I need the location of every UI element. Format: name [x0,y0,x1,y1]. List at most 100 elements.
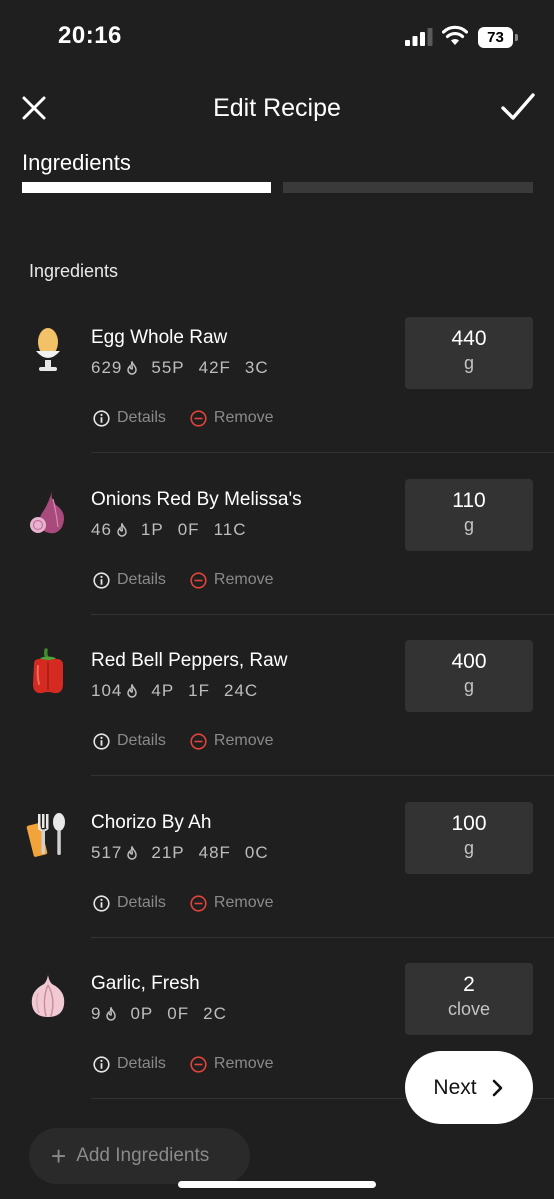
quantity-unit: g [463,676,474,696]
ingredient-macros: 517 21P 48F 0C [91,843,283,863]
details-label: Details [117,571,166,588]
ingredient-name: Chorizo By Ah [91,812,212,833]
calories-value: 104 [91,681,123,700]
quantity-field[interactable]: 400 g [405,640,533,712]
remove-label: Remove [213,732,274,749]
quantity-unit: g [463,353,474,373]
remove-label: Remove [213,894,274,911]
protein-value: 55P [151,358,185,377]
add-ingredients-label: Add Ingredients [76,1145,210,1166]
remove-button[interactable]: Remove [190,571,274,589]
plus-icon: + [51,1141,67,1171]
cellular-signal-icon [405,28,433,46]
details-button[interactable]: Details [93,1055,166,1073]
details-label: Details [117,1055,166,1072]
step-label: Ingredients [22,150,131,175]
details-label: Details [117,409,166,426]
info-icon [93,409,110,427]
info-icon [93,571,110,589]
quantity-value: 110 [452,489,486,512]
quantity-field[interactable]: 2 clove [405,963,533,1035]
remove-icon [190,732,207,750]
fat-value: 0F [167,1004,190,1023]
info-icon [93,894,110,912]
remove-icon [190,894,207,912]
calories-value: 629 [91,358,123,377]
protein-value: 21P [151,843,185,862]
remove-button[interactable]: Remove [190,732,274,750]
battery-icon: 73 [478,27,518,48]
remove-label: Remove [213,409,274,426]
protein-value: 1P [140,520,164,539]
quantity-field[interactable]: 440 g [405,317,533,389]
remove-label: Remove [213,571,274,588]
wifi-icon [442,25,468,45]
remove-icon [190,1055,207,1073]
quantity-unit: g [463,515,474,535]
egg-icon [36,328,60,371]
utensils-icon [26,813,65,857]
details-button[interactable]: Details [93,732,166,750]
ingredient-name: Onions Red By Melissa's [91,489,302,510]
flame-icon [127,846,138,860]
pepper-icon [33,648,63,694]
chevron-right-icon [492,1079,502,1096]
calories-value: 46 [91,520,112,539]
ingredient-actions: Details Remove [93,571,297,589]
quantity-value: 2 [463,973,475,996]
nav-bar: Edit Recipe [0,74,554,144]
status-time: 20:16 [58,22,122,49]
ingredient-macros: 104 4P 1F 24C [91,681,272,701]
ingredient-actions: Details Remove [93,732,297,750]
quantity-unit: clove [447,999,491,1019]
add-ingredients-button[interactable]: + Add Ingredients [29,1128,250,1184]
protein-value: 4P [151,681,175,700]
ingredient-item: Red Bell Peppers, Raw 104 4P 1F 24C 400 … [0,640,554,802]
next-button[interactable]: Next [405,1051,533,1124]
onion-icon [30,491,64,534]
next-label: Next [433,1075,477,1099]
carbs-value: 11C [213,520,247,539]
ingredient-name: Red Bell Peppers, Raw [91,650,288,671]
flame-icon [106,1007,117,1021]
flame-icon [127,361,138,375]
quantity-value: 400 [451,650,487,673]
quantity-unit: g [463,838,474,858]
divider [91,937,554,938]
remove-icon [190,571,207,589]
protein-value: 0P [130,1004,154,1023]
garlic-icon [31,975,65,1017]
flame-icon [117,523,127,537]
details-button[interactable]: Details [93,894,166,912]
remove-label: Remove [213,1055,274,1072]
divider [91,775,554,776]
carbs-value: 24C [224,681,259,700]
ingredient-actions: Details Remove [93,409,297,427]
ingredient-actions: Details Remove [93,894,297,912]
details-button[interactable]: Details [93,571,166,589]
ingredient-actions: Details Remove [93,1055,297,1073]
info-icon [93,732,110,750]
checkmark-icon[interactable] [500,90,536,124]
progress-segment-inactive [283,182,533,193]
carbs-value: 3C [244,358,269,377]
remove-button[interactable]: Remove [190,894,274,912]
carbs-value: 0C [244,843,269,862]
fat-value: 1F [188,681,211,700]
section-title: Ingredients [29,261,119,281]
fat-value: 0F [177,520,200,539]
ingredient-name: Egg Whole Raw [91,327,228,348]
remove-button[interactable]: Remove [190,1055,274,1073]
ingredient-macros: 46 1P 0F 11C [91,520,261,540]
remove-button[interactable]: Remove [190,409,274,427]
details-label: Details [117,894,166,911]
quantity-field[interactable]: 100 g [405,802,533,874]
quantity-field[interactable]: 110 g [405,479,533,551]
calories-value: 9 [91,1004,102,1023]
remove-icon [190,409,207,427]
calories-value: 517 [91,843,123,862]
details-button[interactable]: Details [93,409,166,427]
ingredient-macros: 629 55P 42F 3C [91,358,283,378]
progress-segment-active [22,182,271,193]
ingredient-item: Egg Whole Raw 629 55P 42F 3C 440 g Detai… [0,317,554,479]
